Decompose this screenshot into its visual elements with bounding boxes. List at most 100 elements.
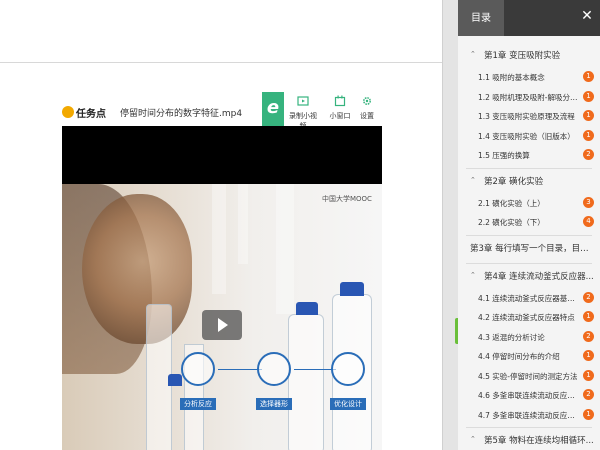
task-count-badge: 4 xyxy=(583,216,594,227)
toc-item-label: 2.1 磺化实验（上） xyxy=(478,198,545,208)
chevron-up-icon[interactable]: ⌃ xyxy=(470,271,476,279)
toc-item-label: 1.2 吸附机理及吸附-解吸分离过程 xyxy=(478,92,580,102)
toc-item-label: 4.3 返混的分析讨论 xyxy=(478,332,545,342)
small-window-icon xyxy=(334,95,346,107)
microscope-icon xyxy=(181,352,215,386)
task-point-icon xyxy=(62,106,74,118)
task-count-badge: 1 xyxy=(583,110,594,121)
toc-item[interactable]: 2.2 磺化实验（下） 4 xyxy=(458,213,600,233)
toc-item[interactable]: 1.3 变压吸附实验原理及流程 1 xyxy=(458,107,600,127)
toc-item-label: 4.6 多釜串联连续流动反应器中的... xyxy=(478,391,580,400)
e-logo-icon: e xyxy=(262,92,284,126)
toc-tab[interactable]: 目录 xyxy=(458,0,504,36)
step-choose-label: 选择器形 xyxy=(256,398,292,410)
toc-chapter-title: 第3章 每行填写一个目录，目录... xyxy=(470,243,596,254)
toc-item[interactable]: 4.2 连续流动釜式反应器特点 1 xyxy=(458,308,600,328)
toc-divider xyxy=(466,427,592,428)
toc-divider xyxy=(466,234,592,236)
video-bottle-cap-1 xyxy=(340,282,364,296)
video-mosaic-2 xyxy=(238,184,248,264)
toc-item-label: 2.2 磺化实验（下） xyxy=(478,218,545,227)
toc-chapter[interactable]: ⌃ 第2章 磺化实验 xyxy=(458,172,600,194)
toc-item[interactable]: 1.2 吸附机理及吸附-解吸分离过程1 xyxy=(458,88,600,108)
toc-list: ⌃ 第1章 变压吸附实验 1.1 吸附的基本概念 1 1.2 吸附机理及吸附-解吸… xyxy=(458,46,600,450)
toc-item[interactable]: 2.1 磺化实验（上） 3 xyxy=(458,194,600,214)
toc-chapter[interactable]: 第3章 每行填写一个目录，目录... xyxy=(458,239,600,261)
toc-chapter[interactable]: ⌃ 第1章 变压吸附实验 xyxy=(458,46,600,68)
task-point-label: 任务点 xyxy=(76,109,106,120)
chevron-up-icon[interactable]: ⌃ xyxy=(470,50,476,58)
toc-item-label: 1.3 变压吸附实验原理及流程 xyxy=(478,112,575,121)
toc-chapter-title: 第5章 物料在连续均相循环... xyxy=(484,436,594,446)
step-choose: 选择器形 xyxy=(251,352,297,410)
video-person xyxy=(82,194,192,344)
toc-item-label: 4.7 多釜串联连续流动反应器中的... xyxy=(478,410,580,420)
task-count-badge: 2 xyxy=(583,389,594,400)
content-area: 任务点 停留时间分布的数字特征.mp4 e 录制小视频 小窗口 xyxy=(0,0,442,450)
video-bottle-cap-2 xyxy=(296,302,318,315)
splitter[interactable] xyxy=(442,0,458,450)
task-count-badge: 1 xyxy=(583,350,594,361)
toc-item-label: 4.5 实验-停留时间的测定方法 xyxy=(478,371,578,381)
video-title: 停留时间分布的数字特征.mp4 xyxy=(120,109,243,119)
toc-item[interactable]: 4.5 实验-停留时间的测定方法 1 xyxy=(458,367,600,387)
record-icon xyxy=(297,96,309,106)
toc-item-label: 1.5 压强的换算 xyxy=(478,151,530,160)
settings-label: 设置 xyxy=(360,112,374,120)
toc-item-label: 1.1 吸附的基本概念 xyxy=(478,73,545,82)
task-count-badge: 1 xyxy=(583,369,594,381)
toc-chapter[interactable]: ⌃ 第4章 连续流动釜式反应器... xyxy=(458,267,600,289)
toc-item[interactable]: 1.1 吸附的基本概念 1 xyxy=(458,68,600,88)
chart-icon xyxy=(331,352,365,386)
settings-button[interactable]: 设置 xyxy=(357,95,377,121)
toc-item-label: 4.4 停留时间分布的介绍 xyxy=(478,352,560,361)
task-count-badge: 1 xyxy=(583,408,594,420)
task-count-badge: 2 xyxy=(583,330,594,342)
toc-chapter[interactable]: ⌃ 第5章 物料在连续均相循环... xyxy=(458,431,600,450)
toc-item-label: 4.2 连续流动釜式反应器特点 xyxy=(478,313,575,322)
top-divider xyxy=(0,62,442,63)
toc-item[interactable]: 4.7 多釜串联连续流动反应器中的...1 xyxy=(458,406,600,426)
toc-header: 目录 ✕ xyxy=(458,0,600,36)
toc-item-label: 1.4 变压吸附实验（旧版本） xyxy=(478,131,575,141)
app-window: 任务点 停留时间分布的数字特征.mp4 e 录制小视频 小窗口 xyxy=(0,0,600,450)
task-count-badge: 1 xyxy=(583,311,594,322)
task-count-badge: 3 xyxy=(583,196,594,208)
chevron-up-icon[interactable]: ⌃ xyxy=(470,176,476,184)
flask-icon xyxy=(257,352,291,386)
close-icon[interactable]: ✕ xyxy=(580,9,594,23)
toc-sidebar: 目录 ✕ ⌃ 第1章 变压吸附实验 1.1 吸附的基本概念 1 1.2 吸附机理及… xyxy=(458,0,600,450)
toc-divider xyxy=(466,262,592,264)
step-optimize: 优化设计 xyxy=(325,352,371,410)
chevron-up-icon[interactable]: ⌃ xyxy=(470,435,476,443)
toc-item[interactable]: 4.3 返混的分析讨论 2 xyxy=(458,328,600,348)
small-window-label: 小窗口 xyxy=(329,112,351,120)
toc-item[interactable]: 4.4 停留时间分布的介绍 1 xyxy=(458,347,600,367)
step-optimize-label: 优化设计 xyxy=(330,398,366,410)
toc-item[interactable]: 1.5 压强的换算 2 xyxy=(458,146,600,166)
play-button[interactable] xyxy=(202,310,242,340)
toc-chapter-title: 第1章 变压吸附实验 xyxy=(484,51,561,61)
toc-divider xyxy=(466,167,592,169)
task-count-badge: 2 xyxy=(583,291,594,303)
toc-item[interactable]: 4.6 多釜串联连续流动反应器中的...2 xyxy=(458,386,600,406)
player-header: 任务点 停留时间分布的数字特征.mp4 e 录制小视频 小窗口 xyxy=(62,92,382,130)
toc-chapter-title: 第4章 连续流动釜式反应器... xyxy=(484,271,594,282)
video-player[interactable]: 中国大学MOOC 分析反应 选择器形 优化设计 xyxy=(62,126,382,450)
small-window-button[interactable]: 小窗口 xyxy=(328,95,352,121)
step-analyze: 分析反应 xyxy=(175,352,221,410)
task-count-badge: 1 xyxy=(583,129,594,141)
toc-item-label: 4.1 连续流动釜式反应器基本概念 xyxy=(478,293,580,303)
toc-item[interactable]: 4.1 连续流动釜式反应器基本概念 2 xyxy=(458,289,600,309)
video-mosaic-3 xyxy=(276,184,294,314)
step-analyze-label: 分析反应 xyxy=(180,398,216,410)
video-mosaic-1 xyxy=(212,184,226,294)
mooc-watermark: 中国大学MOOC xyxy=(322,195,372,203)
play-icon xyxy=(218,318,228,332)
task-count-badge: 2 xyxy=(583,149,594,160)
task-count-badge: 1 xyxy=(583,90,594,102)
task-count-badge: 1 xyxy=(583,71,594,82)
toc-item[interactable]: 1.4 变压吸附实验（旧版本） 1 xyxy=(458,127,600,147)
video-frame: 中国大学MOOC 分析反应 选择器形 优化设计 xyxy=(62,184,382,450)
gear-icon xyxy=(363,97,371,105)
